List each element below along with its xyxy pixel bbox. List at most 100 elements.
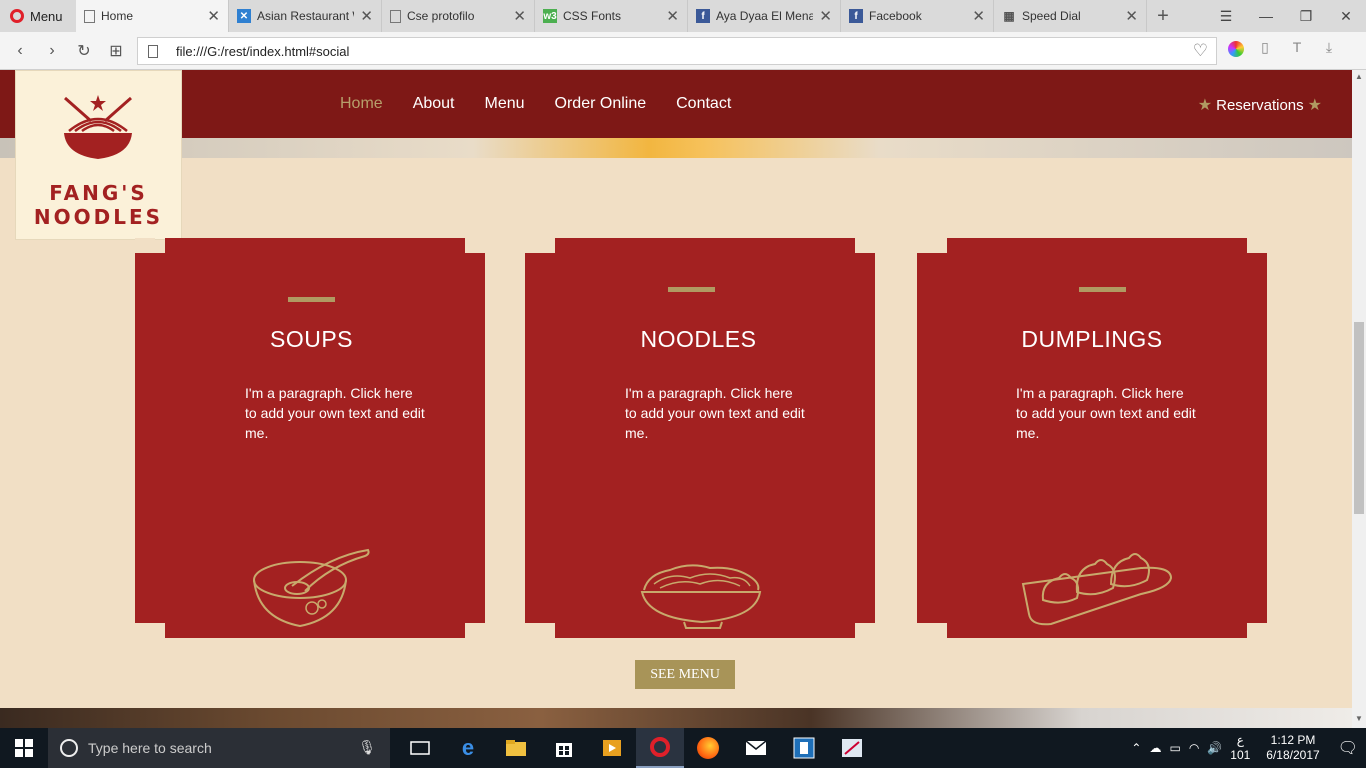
opera-logo-icon — [10, 9, 24, 23]
media-player-icon[interactable] — [588, 728, 636, 768]
tab-title: Aya Dyaa El Menaw — [716, 9, 814, 23]
file-explorer-icon[interactable] — [492, 728, 540, 768]
scrollbar-thumb[interactable] — [1354, 322, 1364, 514]
w3schools-icon: w3 — [543, 9, 557, 23]
tab-title: Facebook — [869, 9, 922, 23]
task-view-icon[interactable] — [396, 728, 444, 768]
opera-taskbar-icon[interactable] — [636, 728, 684, 768]
site-logo[interactable]: FANG'S NOODLES — [15, 70, 182, 240]
cortana-icon — [60, 739, 78, 757]
page-icon — [84, 9, 95, 23]
scroll-up-icon[interactable]: ▲ — [1352, 72, 1366, 81]
logo-wordmark: FANG'S NOODLES — [16, 181, 181, 229]
card-corner-notch — [135, 623, 155, 638]
snapshot-icon[interactable]: ▯ — [1254, 39, 1276, 57]
nav-about[interactable]: About — [413, 95, 455, 113]
tab-title: Home — [101, 9, 134, 23]
start-button[interactable] — [0, 739, 48, 757]
close-tab-icon[interactable]: ✕ — [819, 7, 832, 25]
nav-menu[interactable]: Menu — [485, 95, 525, 113]
noodle-bowl-logo-icon — [64, 95, 132, 159]
opera-menu-button[interactable]: Menu — [0, 0, 76, 32]
tab-cse-protofilo[interactable]: Cse protofilo ✕ — [382, 0, 535, 32]
language-indicator[interactable]: ع 101 — [1230, 733, 1250, 763]
store-icon[interactable] — [540, 728, 588, 768]
reservations-link[interactable]: ★ Reservations ★ — [1198, 95, 1322, 115]
reload-icon[interactable]: ↻ — [68, 41, 100, 61]
close-tab-icon[interactable]: ✕ — [360, 7, 373, 25]
tab-home[interactable]: Home ✕ — [76, 0, 229, 32]
browser-tab-strip: Menu Home ✕ ✕ Asian Restaurant W ✕ Cse p… — [0, 0, 1366, 32]
close-window-icon[interactable]: ✕ — [1326, 8, 1366, 25]
notifications-icon[interactable]: 🗨 — [1338, 738, 1358, 758]
nav-order-online[interactable]: Order Online — [555, 95, 647, 113]
search-placeholder: Type here to search — [88, 740, 212, 756]
card-noodles: NOODLES I'm a paragraph. Click here to a… — [525, 238, 875, 638]
mail-icon[interactable] — [732, 728, 780, 768]
card-title: NOODLES — [640, 326, 757, 352]
page-scrollbar[interactable]: ▲ ▼ — [1352, 70, 1366, 728]
clock[interactable]: 1:12 PM 6/18/2017 — [1266, 733, 1319, 763]
tab-css-fonts[interactable]: w3 CSS Fonts ✕ — [535, 0, 688, 32]
lang-top: ع — [1236, 733, 1244, 747]
card-corner-notch — [135, 238, 155, 253]
tab-menu-icon[interactable]: ☰ — [1206, 8, 1246, 25]
card-title: SOUPS — [269, 326, 354, 352]
close-tab-icon[interactable]: ✕ — [1125, 7, 1138, 25]
wifi-icon[interactable]: ◠ — [1189, 741, 1199, 755]
close-tab-icon[interactable]: ✕ — [666, 7, 679, 25]
card-corner-notch — [855, 238, 875, 253]
close-tab-icon[interactable]: ✕ — [972, 7, 985, 25]
webpage: Home About Menu Order Online Contact ★ R… — [0, 70, 1352, 728]
card-corner-notch — [465, 238, 485, 253]
clock-date: 6/18/2017 — [1266, 748, 1320, 762]
card-corner-notch — [917, 623, 937, 638]
card-corner-notch — [1247, 623, 1267, 638]
minimize-icon[interactable]: — — [1246, 8, 1286, 24]
new-tab-button[interactable]: + — [1147, 0, 1179, 32]
card-corner-notch — [525, 238, 545, 253]
back-icon[interactable]: ‹ — [4, 42, 36, 60]
battery-icon[interactable]: ▭ — [1169, 741, 1180, 755]
forward-icon[interactable]: › — [36, 42, 68, 60]
edge-icon[interactable]: e — [444, 728, 492, 768]
address-bar[interactable]: file:///G:/rest/index.html#social ♡ — [137, 37, 1217, 65]
paint-icon[interactable] — [828, 728, 876, 768]
card-text: I'm a paragraph. Click here to add your … — [625, 385, 805, 441]
text-icon[interactable]: T — [1286, 39, 1308, 57]
soup-bowl-icon — [253, 548, 370, 628]
nav-home[interactable]: Home — [340, 95, 383, 113]
card-title: DUMPLINGS — [1021, 326, 1163, 352]
tab-grid-icon[interactable]: ⊞ — [100, 41, 132, 61]
tab-speed-dial[interactable]: ▦ Speed Dial ✕ — [994, 0, 1147, 32]
heart-icon[interactable]: ♡ — [1193, 41, 1208, 61]
system-tray: ⌃ ☁ ▭ ◠ 🔊 ع 101 1:12 PM 6/18/2017 🗨 — [1131, 733, 1366, 763]
taskbar-search[interactable]: Type here to search 🎙 — [48, 728, 390, 768]
tab-title: Cse protofilo — [407, 9, 475, 23]
onedrive-icon[interactable]: ☁ — [1149, 741, 1161, 755]
see-menu-button[interactable]: SEE MENU — [635, 660, 735, 689]
browser-extensions: ▯ T ⤓ — [1228, 39, 1340, 57]
app-icon[interactable] — [780, 728, 828, 768]
close-tab-icon[interactable]: ✕ — [207, 7, 220, 25]
download-icon[interactable]: ⤓ — [1318, 39, 1340, 57]
color-picker-icon[interactable] — [1228, 41, 1244, 57]
microphone-icon[interactable]: 🎙 — [358, 739, 376, 756]
nav-contact[interactable]: Contact — [676, 95, 731, 113]
scroll-down-icon[interactable]: ▼ — [1352, 714, 1366, 723]
firefox-icon[interactable] — [684, 728, 732, 768]
restore-icon[interactable]: ❐ — [1286, 8, 1326, 25]
volume-icon[interactable]: 🔊 — [1207, 741, 1222, 755]
close-tab-icon[interactable]: ✕ — [513, 7, 526, 25]
tab-asian-restaurant[interactable]: ✕ Asian Restaurant W ✕ — [229, 0, 382, 32]
pinned-apps: e — [396, 728, 876, 768]
reservations-label: Reservations — [1216, 96, 1304, 114]
chevron-up-icon[interactable]: ⌃ — [1131, 741, 1141, 755]
tab-facebook[interactable]: f Facebook ✕ — [841, 0, 994, 32]
footer-image — [0, 708, 1352, 728]
tab-aya-dyaa[interactable]: f Aya Dyaa El Menaw ✕ — [688, 0, 841, 32]
noodle-bowl-icon — [640, 564, 762, 629]
site-navbar: Home About Menu Order Online Contact ★ R… — [0, 70, 1352, 138]
dumplings-icon — [1021, 553, 1173, 626]
lang-bottom: 101 — [1230, 748, 1251, 762]
